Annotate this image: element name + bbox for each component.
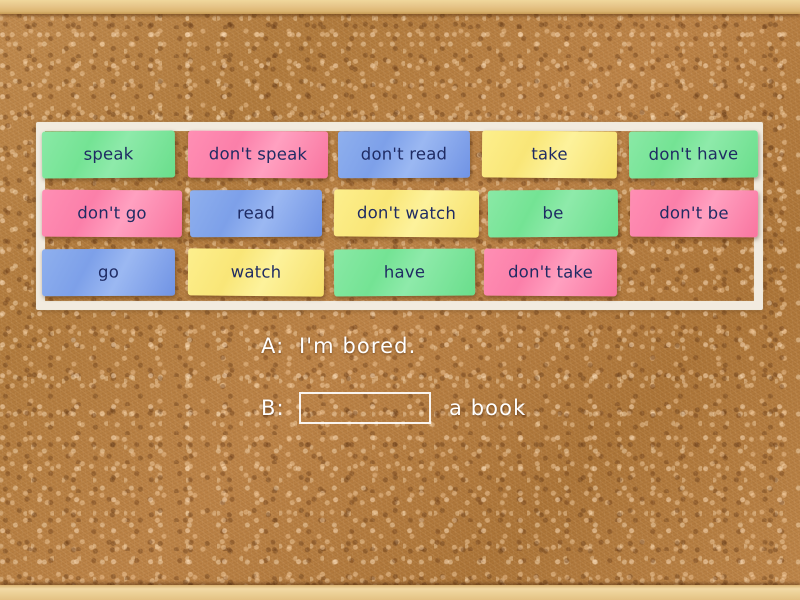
word-card[interactable]: don't be bbox=[629, 189, 759, 238]
word-card-label: don't watch bbox=[356, 203, 457, 223]
word-card[interactable]: don't go bbox=[41, 189, 183, 238]
answer-drop-slot[interactable] bbox=[299, 392, 431, 424]
word-card[interactable]: don't take bbox=[483, 248, 618, 297]
word-card-label: don't go bbox=[77, 203, 147, 223]
speaker-label-b: B: bbox=[261, 396, 285, 420]
wooden-frame-top bbox=[0, 0, 800, 14]
word-card-label: be bbox=[542, 203, 564, 223]
wooden-frame-bottom bbox=[0, 585, 800, 600]
dialogue-line-b: B: a book bbox=[261, 392, 526, 424]
word-card-label: watch bbox=[230, 262, 282, 282]
dialogue-line-a: A: I'm bored. bbox=[261, 334, 416, 358]
word-card[interactable]: don't read bbox=[337, 130, 471, 179]
word-card-label: don't have bbox=[648, 144, 739, 164]
word-card[interactable]: watch bbox=[187, 248, 325, 297]
word-card[interactable]: have bbox=[333, 248, 476, 297]
word-card[interactable]: take bbox=[481, 130, 618, 179]
word-card[interactable]: read bbox=[189, 189, 323, 238]
word-card-label: don't speak bbox=[208, 144, 308, 164]
word-card-label: don't read bbox=[360, 144, 448, 164]
word-card[interactable]: don't speak bbox=[187, 130, 329, 179]
word-card-label: take bbox=[531, 144, 568, 164]
word-card-label: don't be bbox=[659, 203, 729, 223]
cork-board: speak don't speak don't read take don't have… bbox=[0, 0, 800, 600]
word-card-label: don't take bbox=[507, 262, 594, 282]
speaker-label-a: A: bbox=[261, 334, 285, 358]
word-card[interactable]: speak bbox=[41, 130, 176, 179]
word-card-label: have bbox=[383, 262, 426, 282]
word-card[interactable]: be bbox=[487, 189, 619, 238]
word-card-grid: speak don't speak don't read take don't have… bbox=[41, 130, 759, 305]
dialogue-trailing-text-b: a book bbox=[449, 396, 527, 420]
word-card-label: read bbox=[236, 203, 276, 223]
word-card-label: speak bbox=[83, 144, 134, 164]
word-card[interactable]: go bbox=[41, 248, 176, 297]
dialogue-text-a: I'm bored. bbox=[299, 334, 417, 358]
word-card[interactable]: don't have bbox=[628, 130, 759, 179]
word-card[interactable]: don't watch bbox=[333, 189, 480, 238]
word-card-label: go bbox=[97, 262, 120, 282]
